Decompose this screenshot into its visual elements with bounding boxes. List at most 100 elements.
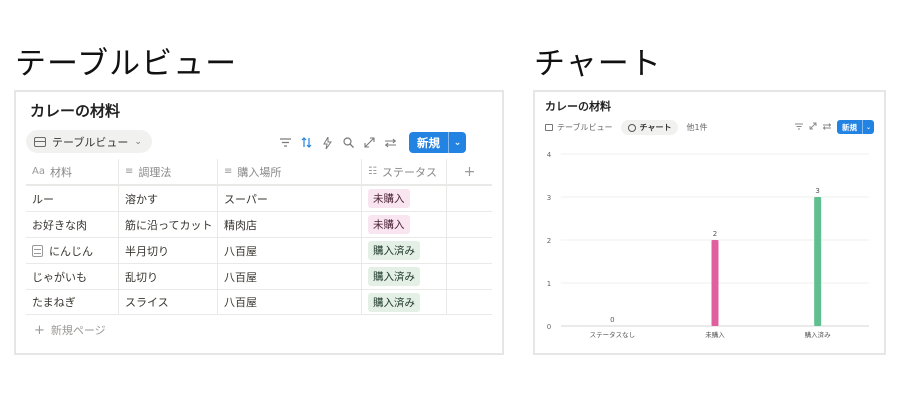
y-tick-label: 2: [547, 237, 551, 245]
lightning-icon[interactable]: [321, 136, 334, 149]
cell-method[interactable]: 半月切り: [119, 238, 218, 263]
cell-status[interactable]: 購入済み: [362, 264, 447, 289]
tab-table-view[interactable]: テーブルビュー: [545, 122, 613, 133]
status-badge: 購入済み: [368, 241, 420, 260]
column-header-place[interactable]: ≡ 購入場所: [218, 159, 362, 184]
cell-status[interactable]: 未購入: [362, 186, 447, 211]
expand-icon[interactable]: [809, 122, 817, 132]
settings-icon[interactable]: [384, 136, 397, 149]
status-badge: 未購入: [368, 215, 410, 234]
tab-more[interactable]: 他1件: [686, 122, 707, 133]
text-lines-icon: ≡: [224, 166, 233, 177]
bar[interactable]: [814, 197, 822, 326]
cell-method[interactable]: 溶かす: [119, 186, 218, 211]
column-label: 購入場所: [237, 165, 282, 179]
cell-text: ルー: [32, 192, 54, 206]
cell-empty: [447, 238, 492, 263]
plus-icon: +: [34, 322, 45, 338]
y-tick-label: 3: [547, 194, 551, 202]
chart-icon: [627, 123, 636, 132]
cell-status[interactable]: 未購入: [362, 212, 447, 237]
bar[interactable]: [711, 240, 719, 326]
text-lines-icon: ≡: [125, 166, 134, 177]
cell-place[interactable]: 精肉店: [218, 212, 362, 237]
column-header-status[interactable]: ☷ ステータス: [362, 159, 447, 184]
x-tick-label: 未購入: [705, 330, 725, 339]
new-page-button[interactable]: + 新規ページ: [34, 322, 106, 338]
table-row[interactable]: ルー 溶かす スーパー 未購入: [26, 185, 492, 211]
database-table: Aa 材料 ≡ 調理法 ≡ 購入場所 ☷ ステータス + ルー 溶かす スーパー 未購…: [26, 159, 492, 315]
cell-status[interactable]: 購入済み: [362, 238, 447, 263]
table-header-row: Aa 材料 ≡ 調理法 ≡ 購入場所 ☷ ステータス +: [26, 159, 492, 185]
data-label: 3: [815, 187, 819, 195]
cell-name[interactable]: ルー: [26, 186, 119, 211]
cell-place[interactable]: 八百屋: [218, 238, 362, 263]
view-label: テーブルビュー: [52, 135, 129, 149]
tab-chart[interactable]: チャート: [620, 120, 679, 135]
cell-place[interactable]: 八百屋: [218, 290, 362, 314]
column-header-method[interactable]: ≡ 調理法: [119, 159, 218, 184]
cell-name[interactable]: にんじん: [26, 238, 119, 263]
tab-label: チャート: [639, 123, 672, 132]
status-list-icon: ☷: [368, 166, 377, 177]
cell-name[interactable]: たまねぎ: [26, 290, 119, 314]
data-label: 0: [610, 316, 614, 324]
cell-empty: [447, 186, 492, 211]
cell-empty: [447, 290, 492, 314]
search-icon[interactable]: [342, 136, 355, 149]
new-button[interactable]: 新規 ⌄: [837, 120, 874, 134]
table-body: ルー 溶かす スーパー 未購入 お好きな肉 筋に沿ってカット 精肉店 未購入 にんじん 半月切り八…: [26, 185, 492, 315]
table-icon: [545, 124, 553, 131]
x-tick-label: ステータスなし: [590, 330, 636, 339]
column-label: 材料: [49, 165, 72, 179]
table-view-panel: カレーの材料 テーブルビュー ⌄ 新規 ⌄ Aa 材料 ≡ 調理法 ≡ 購入場所…: [14, 90, 504, 355]
y-tick-label: 4: [547, 151, 552, 159]
table-row[interactable]: お好きな肉 筋に沿ってカット 精肉店 未購入: [26, 211, 492, 237]
cell-place[interactable]: スーパー: [218, 186, 362, 211]
cell-method[interactable]: 筋に沿ってカット: [119, 212, 218, 237]
column-label: ステータス: [381, 165, 437, 179]
database-toolbar: 新規 ⌄: [279, 132, 466, 153]
chart-toolbar: 新規 ⌄: [795, 120, 874, 134]
status-badge: 購入済み: [368, 267, 420, 286]
settings-icon[interactable]: [822, 122, 832, 132]
table-row[interactable]: たまねぎ スライス 八百屋 購入済み: [26, 289, 492, 315]
database-title: カレーの材料: [30, 102, 121, 120]
cell-place[interactable]: 八百屋: [218, 264, 362, 289]
y-tick-label: 1: [547, 280, 551, 288]
bar-chart: 0 1 2 3 4 0 ステータスなし 2 未購入 3 購入済み: [547, 151, 869, 339]
expand-icon[interactable]: [363, 136, 376, 149]
table-view-heading: テーブルビュー: [15, 46, 238, 82]
cell-status[interactable]: 購入済み: [362, 290, 447, 314]
cell-method[interactable]: スライス: [119, 290, 218, 314]
chevron-down-icon[interactable]: ⌄: [448, 132, 466, 153]
cell-name[interactable]: じゃがいも: [26, 264, 119, 289]
new-button[interactable]: 新規 ⌄: [409, 132, 466, 153]
chart-heading: チャート: [534, 46, 662, 82]
view-switcher[interactable]: テーブルビュー ⌄: [26, 130, 152, 153]
cell-empty: [447, 264, 492, 289]
table-row[interactable]: じゃがいも 乱切り 八百屋 購入済み: [26, 263, 492, 289]
plus-icon: +: [463, 163, 476, 180]
filter-icon[interactable]: [795, 123, 803, 132]
add-column-button[interactable]: +: [447, 159, 492, 184]
chevron-down-icon[interactable]: ⌄: [862, 120, 874, 134]
column-label: 調理法: [138, 165, 172, 179]
table-row[interactable]: にんじん 半月切り 八百屋 購入済み: [26, 237, 492, 263]
status-badge: 購入済み: [368, 292, 420, 312]
cell-method[interactable]: 乱切り: [119, 264, 218, 289]
new-button-label: 新規: [417, 135, 440, 150]
cell-empty: [447, 212, 492, 237]
view-tabs: テーブルビュー チャート 他1件: [545, 120, 708, 135]
cell-name[interactable]: お好きな肉: [26, 212, 119, 237]
status-badge: 未購入: [368, 189, 410, 208]
chart-view-panel: カレーの材料 テーブルビュー チャート 他1件 新規 ⌄ 0 1 2 3 4 0 ステータス…: [533, 90, 886, 355]
filter-icon[interactable]: [279, 136, 292, 149]
table-icon: [34, 136, 46, 147]
page-icon: [32, 244, 43, 257]
sort-icon[interactable]: [300, 136, 313, 149]
column-header-name[interactable]: Aa 材料: [26, 159, 119, 184]
y-tick-label: 0: [547, 323, 551, 331]
data-label: 2: [713, 230, 717, 238]
cell-text: お好きな肉: [32, 218, 87, 232]
